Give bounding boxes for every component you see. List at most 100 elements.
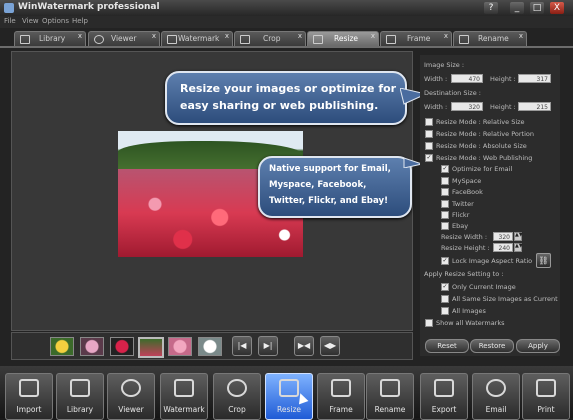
tab-crop[interactable]: Crop x bbox=[234, 31, 306, 46]
myspace-label: MySpace bbox=[452, 177, 482, 185]
mode-absolute-size-checkbox[interactable] bbox=[425, 142, 433, 150]
ebay-checkbox[interactable] bbox=[441, 222, 449, 230]
dest-width-label: Width : bbox=[424, 103, 448, 111]
image-width-field[interactable]: 470 bbox=[451, 74, 483, 83]
tool-label: Crop bbox=[228, 405, 246, 414]
destination-size-label: Destination Size : bbox=[424, 89, 481, 97]
mode-relative-size-label: Resize Mode : Relative Size bbox=[436, 118, 525, 126]
lock-aspect-label: Lock Image Aspect Ratio bbox=[452, 257, 533, 265]
close-icon[interactable]: x bbox=[444, 32, 448, 40]
crop-icon bbox=[240, 35, 250, 44]
export-button[interactable]: Export bbox=[420, 373, 468, 420]
tab-resize[interactable]: Resize x bbox=[307, 31, 379, 46]
mode-relative-portion-checkbox[interactable] bbox=[425, 130, 433, 138]
print-button[interactable]: Print bbox=[522, 373, 570, 420]
twitter-label: Twitter bbox=[452, 200, 474, 208]
show-watermarks-checkbox[interactable] bbox=[425, 319, 433, 327]
email-button[interactable]: Email bbox=[472, 373, 520, 420]
fit-button[interactable]: ▶◀ bbox=[294, 336, 314, 356]
callout-web-publishing: Native support for Email, Myspace, Faceb… bbox=[258, 156, 412, 218]
twitter-checkbox[interactable] bbox=[441, 200, 449, 208]
tool-label: Print bbox=[537, 405, 555, 414]
only-current-image-label: Only Current Image bbox=[452, 283, 516, 291]
app-title: WinWatermark professional bbox=[18, 2, 160, 12]
image-height-field[interactable]: 317 bbox=[518, 74, 551, 83]
watermark-button[interactable]: Watermark bbox=[160, 373, 208, 420]
tab-library[interactable]: Library x bbox=[14, 31, 86, 46]
tab-watermark[interactable]: Watermark x bbox=[161, 31, 233, 46]
tab-viewer[interactable]: Viewer x bbox=[88, 31, 160, 46]
all-images-checkbox[interactable] bbox=[441, 307, 449, 315]
reset-button[interactable]: Reset bbox=[425, 339, 469, 353]
menu-help[interactable]: Help bbox=[72, 17, 88, 25]
same-size-images-checkbox[interactable] bbox=[441, 295, 449, 303]
close-icon[interactable]: x bbox=[78, 32, 82, 40]
frame-button[interactable]: Frame bbox=[317, 373, 365, 420]
dest-height-field[interactable]: 215 bbox=[518, 102, 551, 111]
crop-button[interactable]: Crop bbox=[213, 373, 261, 420]
title-bar: WinWatermark professional ? _ □ X bbox=[0, 0, 573, 16]
close-icon[interactable]: x bbox=[371, 32, 375, 40]
thumbnail[interactable] bbox=[50, 337, 74, 356]
scissors-icon bbox=[227, 379, 247, 397]
apply-button[interactable]: Apply bbox=[516, 339, 560, 353]
resize-width-field[interactable]: 320 bbox=[493, 232, 513, 241]
import-button[interactable]: Import bbox=[5, 373, 53, 420]
thumbnail-selected[interactable] bbox=[138, 337, 164, 358]
thumbnail[interactable] bbox=[110, 337, 134, 356]
close-icon[interactable]: x bbox=[298, 32, 302, 40]
tab-frame[interactable]: Frame x bbox=[380, 31, 452, 46]
tab-label: Resize bbox=[334, 34, 359, 43]
callout-line: easy sharing or web publishing. bbox=[180, 99, 379, 112]
tool-label: Library bbox=[66, 405, 94, 414]
chain-link-icon[interactable]: ⛓ bbox=[536, 253, 551, 268]
viewer-button[interactable]: Viewer bbox=[107, 373, 155, 420]
facebook-label: FaceBook bbox=[452, 188, 483, 196]
tab-rename[interactable]: Rename x bbox=[453, 31, 527, 46]
first-image-button[interactable]: |◀ bbox=[232, 336, 252, 356]
apply-setting-label: Apply Resize Setting to : bbox=[424, 270, 504, 278]
help-button[interactable]: ? bbox=[484, 2, 498, 14]
camera-icon bbox=[19, 379, 39, 397]
callout-line: Myspace, Facebook, bbox=[269, 180, 367, 190]
export-icon bbox=[434, 379, 454, 397]
minimize-button[interactable]: _ bbox=[510, 2, 524, 14]
flickr-checkbox[interactable] bbox=[441, 211, 449, 219]
thumbnail[interactable] bbox=[168, 337, 192, 356]
library-button[interactable]: Library bbox=[56, 373, 104, 420]
resize-height-stepper[interactable]: ▲▼ bbox=[514, 243, 523, 252]
rename-button[interactable]: Rename bbox=[366, 373, 414, 420]
resize-height-field[interactable]: 240 bbox=[493, 243, 513, 252]
menu-file[interactable]: File bbox=[4, 17, 16, 25]
close-icon[interactable]: x bbox=[519, 32, 523, 40]
printer-icon bbox=[536, 379, 556, 397]
mode-web-publishing-checkbox[interactable]: ✓ bbox=[425, 154, 433, 162]
lock-aspect-checkbox[interactable]: ✓ bbox=[441, 257, 449, 265]
mode-web-publishing-label: Resize Mode : Web Publishing bbox=[436, 154, 533, 162]
tool-label: Watermark bbox=[163, 405, 205, 414]
maximize-button[interactable]: □ bbox=[530, 2, 544, 14]
tab-label: Rename bbox=[478, 34, 509, 43]
resize-height-label: Resize Height : bbox=[441, 244, 490, 252]
menu-options[interactable]: Options bbox=[42, 17, 69, 25]
mode-relative-size-checkbox[interactable] bbox=[425, 118, 433, 126]
expand-button[interactable]: ◀▶ bbox=[320, 336, 340, 356]
thumbnail[interactable] bbox=[198, 337, 222, 356]
resize-width-stepper[interactable]: ▲▼ bbox=[514, 232, 523, 241]
restore-button[interactable]: Restore bbox=[470, 339, 514, 353]
callout-line: Resize your images or optimize for bbox=[180, 82, 397, 95]
tab-label: Crop bbox=[263, 34, 281, 43]
envelope-icon bbox=[486, 379, 506, 397]
thumbnail[interactable] bbox=[80, 337, 104, 356]
dest-width-field[interactable]: 320 bbox=[451, 102, 483, 111]
close-icon[interactable]: x bbox=[152, 32, 156, 40]
last-image-button[interactable]: ▶| bbox=[258, 336, 278, 356]
close-button[interactable]: X bbox=[550, 2, 564, 14]
menu-view[interactable]: View bbox=[22, 17, 39, 25]
only-current-image-checkbox[interactable]: ✓ bbox=[441, 283, 449, 291]
myspace-checkbox[interactable] bbox=[441, 177, 449, 185]
facebook-checkbox[interactable] bbox=[441, 188, 449, 196]
same-size-images-label: All Same Size Images as Current bbox=[452, 295, 558, 303]
optimize-email-checkbox[interactable]: ✓ bbox=[441, 165, 449, 173]
close-icon[interactable]: x bbox=[225, 32, 229, 40]
